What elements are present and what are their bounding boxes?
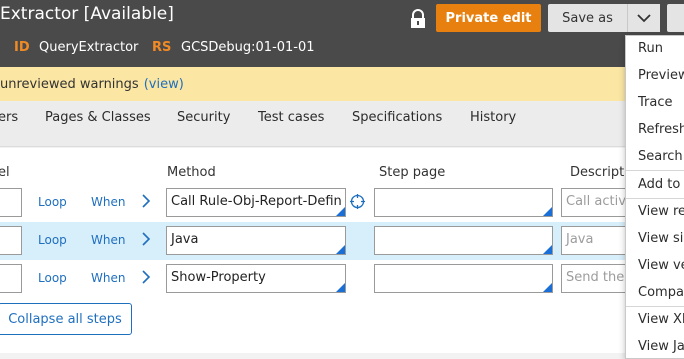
menu-item-view-siblings[interactable]: View sil xyxy=(638,231,684,246)
loop-link[interactable]: Loop xyxy=(38,233,67,247)
menu-divider xyxy=(626,198,684,199)
loop-link[interactable]: Loop xyxy=(38,271,67,285)
rs-key: RS xyxy=(152,40,172,55)
description-value: Call activi xyxy=(566,194,630,209)
lock-icon[interactable] xyxy=(409,9,427,29)
tab-pages-classes[interactable]: Pages & Classes xyxy=(45,110,151,125)
steps-panel: el Method Step page Descript Loop When C… xyxy=(0,148,684,353)
app-header: Extractor [Available] Private edit Save … xyxy=(0,0,684,67)
step-page-field[interactable] xyxy=(374,188,553,217)
menu-item-view-versions[interactable]: View ve xyxy=(638,258,684,273)
private-edit-button[interactable]: Private edit xyxy=(436,4,541,32)
tab-security[interactable]: Security xyxy=(177,110,230,125)
tab-specifications[interactable]: Specifications xyxy=(352,110,442,125)
id-value: QueryExtractor xyxy=(39,40,139,55)
autocomplete-corner xyxy=(336,207,345,216)
menu-divider xyxy=(626,306,684,307)
chevron-right-icon[interactable] xyxy=(141,270,151,284)
warning-text: unreviewed warnings xyxy=(0,76,139,92)
menu-item-compare[interactable]: Compa xyxy=(638,285,684,300)
menu-item-view-references[interactable]: View re xyxy=(638,204,684,219)
loop-link[interactable]: Loop xyxy=(38,195,67,209)
column-header-method: Method xyxy=(167,165,216,180)
tab-bar: ers Pages & Classes Security Test cases … xyxy=(0,101,684,147)
menu-item-search[interactable]: Search xyxy=(638,149,683,164)
step-label-field[interactable] xyxy=(0,188,22,217)
when-link[interactable]: When xyxy=(91,271,125,285)
chevron-down-icon xyxy=(637,13,651,22)
column-header-description: Descript xyxy=(570,165,625,180)
chevron-right-icon[interactable] xyxy=(141,194,151,208)
menu-item-view-java[interactable]: View Ja xyxy=(638,339,684,354)
menu-item-trace[interactable]: Trace xyxy=(638,95,673,110)
step-label-field[interactable] xyxy=(0,264,22,293)
step-row: Loop When Show-Property Send the xyxy=(0,260,684,298)
autocomplete-corner xyxy=(543,207,552,216)
description-value: Java xyxy=(566,232,594,247)
menu-item-run[interactable]: Run xyxy=(638,41,663,56)
crosshair-icon[interactable] xyxy=(349,193,366,210)
tab-history[interactable]: History xyxy=(470,110,516,125)
method-field[interactable]: Show-Property xyxy=(166,264,346,293)
autocomplete-corner xyxy=(336,245,345,254)
tab-parameters[interactable]: ers xyxy=(0,110,18,125)
autocomplete-corner xyxy=(543,283,552,292)
menu-item-view-xml[interactable]: View XM xyxy=(638,312,684,327)
collapse-all-steps-button[interactable]: Collapse all steps xyxy=(0,303,132,335)
method-field[interactable]: Call Rule-Obj-Report-Defin xyxy=(166,188,346,217)
tab-test-cases[interactable]: Test cases xyxy=(258,110,324,125)
save-as-menu: Run Preview Trace Refresh Search Add to … xyxy=(625,35,684,359)
warning-banner: unreviewed warnings (view) xyxy=(0,67,684,101)
method-value: Java xyxy=(171,232,199,247)
column-header-step-page: Step page xyxy=(379,165,446,180)
save-as-dropdown-button[interactable] xyxy=(627,4,660,32)
description-value: Send the xyxy=(566,270,625,285)
rs-value: GCSDebug:01-01-01 xyxy=(181,40,315,55)
step-row: Loop When Java Java xyxy=(0,222,684,260)
column-header-label: el xyxy=(0,165,10,180)
save-as-button[interactable]: Save as xyxy=(548,4,627,32)
step-page-field[interactable] xyxy=(374,226,553,255)
autocomplete-corner xyxy=(543,245,552,254)
method-value: Show-Property xyxy=(171,270,266,285)
view-warnings-link[interactable]: (view) xyxy=(144,77,184,92)
autocomplete-corner xyxy=(336,283,345,292)
menu-divider xyxy=(626,170,684,171)
step-label-field[interactable] xyxy=(0,226,22,255)
menu-item-preview[interactable]: Preview xyxy=(638,68,684,83)
step-row: Loop When Call Rule-Obj-Report-Defin Cal… xyxy=(0,184,684,222)
method-field[interactable]: Java xyxy=(166,226,346,255)
page-title: Extractor [Available] xyxy=(0,4,174,24)
method-value: Call Rule-Obj-Report-Defin xyxy=(171,194,342,209)
when-link[interactable]: When xyxy=(91,195,125,209)
id-key: ID xyxy=(14,40,30,55)
chevron-right-icon[interactable] xyxy=(141,232,151,246)
menu-item-add-to[interactable]: Add to xyxy=(638,177,680,192)
menu-item-refresh[interactable]: Refresh xyxy=(638,122,684,137)
more-actions-button[interactable] xyxy=(667,4,684,32)
step-page-field[interactable] xyxy=(374,264,553,293)
when-link[interactable]: When xyxy=(91,233,125,247)
